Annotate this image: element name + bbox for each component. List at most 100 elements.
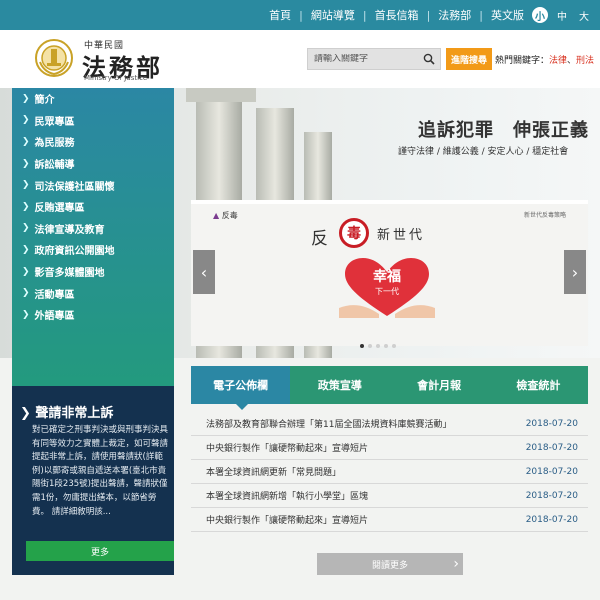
carousel-dots <box>360 344 396 348</box>
ministry-seal-icon <box>35 39 73 77</box>
sidebar-item-public[interactable]: ❯ 民眾專區 <box>12 110 174 132</box>
campaign-logo-icon: ▲ <box>213 211 220 220</box>
font-size-medium-button[interactable]: 中 <box>554 7 570 23</box>
sidebar-item-intro[interactable]: ❯ 簡介 <box>12 88 174 110</box>
news-title: 本署全球資訊網新增「執行小學堂」區塊 <box>206 492 369 502</box>
slide-heart-sub: 下一代 <box>375 287 399 296</box>
slide-stamp: 毒 <box>339 218 369 248</box>
nav-english-link[interactable]: 英文版 <box>489 7 526 23</box>
nav-separator: | <box>299 8 303 22</box>
news-date: 2018-07-20 <box>525 514 578 525</box>
chevron-right-icon: ❯ <box>22 158 30 169</box>
sidebar-item-protection[interactable]: ❯ 司法保護社區關懷 <box>12 174 174 196</box>
list-item[interactable]: 中央銀行製作「讓硬幣動起來」宣導短片 2018-07-20 <box>191 508 588 532</box>
news-title: 中央銀行製作「讓硬幣動起來」宣導短片 <box>206 516 369 526</box>
font-size-large-button[interactable]: 大 <box>576 7 592 23</box>
chevron-right-icon: ❯ <box>22 288 30 299</box>
nav-mailbox-link[interactable]: 首長信箱 <box>373 7 421 23</box>
sidebar-item-service[interactable]: ❯ 為民服務 <box>12 131 174 153</box>
news-date: 2018-07-20 <box>525 490 578 501</box>
sidebar-item-label: 司法保護社區關懷 <box>34 181 115 193</box>
carousel-dot[interactable] <box>384 344 388 348</box>
hero-slogan: 追訴犯罪 伸張正義 <box>418 120 589 141</box>
hero-slogan-sub: 謹守法律 / 維護公義 / 安定人心 / 穩定社會 <box>398 147 569 157</box>
sidebar-item-label: 外語專區 <box>34 311 75 323</box>
hot-keyword-link[interactable]: 刑法 <box>576 56 594 66</box>
hot-keywords: 熱門關鍵字：法律、刑法 <box>495 53 594 66</box>
carousel-prev-button[interactable]: ‹ <box>193 250 215 294</box>
tab-accounting[interactable]: 會計月報 <box>390 366 489 404</box>
banner-carousel[interactable]: ▲ 反毒 新世代反毒策略 反 毒 新世代 幸福 下一代 <box>191 200 588 346</box>
chevron-right-icon: ❯ <box>22 136 30 147</box>
chevron-right-icon: ❯ <box>22 266 30 277</box>
chevron-right-icon: ❯ <box>22 223 30 234</box>
carousel-dot[interactable] <box>392 344 396 348</box>
pillar-capital <box>186 88 256 102</box>
sidebar-item-anti-bribery[interactable]: ❯ 反賄選專區 <box>12 196 174 218</box>
font-size-small-button[interactable]: 小 <box>532 7 548 23</box>
nav-separator: | <box>426 8 431 22</box>
chevron-right-icon: ❯ <box>22 93 30 104</box>
news-list: 法務部及教育部聯合辦理「第11屆全國法規資料庫競賽活動」 2018-07-20 中… <box>191 412 588 532</box>
top-nav-bar: 首頁 | 網站導覽 | 首長信箱 | 法務部 | 英文版 小 中 大 <box>0 0 600 30</box>
nav-separator: | <box>479 8 483 22</box>
chevron-right-icon: ❯ <box>22 309 30 320</box>
advanced-search-button[interactable]: 進階搜尋 <box>446 48 492 70</box>
carousel-dot[interactable] <box>360 344 364 348</box>
read-more-button[interactable]: 閱讀更多 › <box>317 553 463 575</box>
slide-title-right: 新世代 <box>377 228 426 243</box>
nav-home-link[interactable]: 首頁 <box>267 7 293 23</box>
sidebar-item-foreign[interactable]: ❯ 外語專區 <box>12 304 174 326</box>
sidebar-item-education[interactable]: ❯ 法律宣導及教育 <box>12 218 174 240</box>
search-icon[interactable] <box>420 50 438 68</box>
chevron-right-icon: ❯ <box>22 201 30 212</box>
list-item[interactable]: 中央銀行製作「讓硬幣動起來」宣導短片 2018-07-20 <box>191 436 588 460</box>
chevron-left-icon: ‹ <box>200 262 208 282</box>
news-title: 中央銀行製作「讓硬幣動起來」宣導短片 <box>206 444 369 454</box>
keyword-separator: 、 <box>567 56 577 66</box>
notice-title[interactable]: ❯ 聲請非常上訴 <box>20 402 113 421</box>
hot-keywords-label: 熱門關鍵字： <box>495 56 550 66</box>
sidebar-item-label: 反賄選專區 <box>34 203 85 215</box>
carousel-dot[interactable] <box>376 344 380 348</box>
sidebar-item-label: 影音多媒體園地 <box>34 268 105 280</box>
sidebar-item-label: 簡介 <box>34 95 55 107</box>
tab-policy[interactable]: 政策宣導 <box>290 366 389 404</box>
list-item[interactable]: 本署全球資訊網新增「執行小學堂」區塊 2018-07-20 <box>191 484 588 508</box>
news-title: 法務部及教育部聯合辦理「第11屆全國法規資料庫競賽活動」 <box>206 420 452 430</box>
chevron-right-icon: ❯ <box>22 244 30 255</box>
read-more-label: 閱讀更多 <box>371 560 408 571</box>
sidebar-item-label: 法律宣導及教育 <box>34 224 105 236</box>
carousel-next-button[interactable]: › <box>564 250 586 294</box>
appeal-notice-panel: ❯ 聲請非常上訴 對已確定之刑事判決或與刑事判決具有同等效力之實體上裁定，如可聲… <box>12 386 174 575</box>
list-item[interactable]: 法務部及教育部聯合辦理「第11屆全國法規資料庫競賽活動」 2018-07-20 <box>191 412 588 436</box>
tab-statistics[interactable]: 檢查統計 <box>489 366 588 404</box>
chevron-right-icon: ❯ <box>20 406 36 421</box>
nav-ministry-link[interactable]: 法務部 <box>436 7 473 23</box>
sidebar-item-label: 政府資訊公開園地 <box>34 246 115 258</box>
chevron-right-icon: ❯ <box>22 115 30 126</box>
sidebar-item-label: 為民服務 <box>34 138 75 150</box>
chevron-right-icon: ❯ <box>22 180 30 191</box>
slide-heart-text: 幸福 <box>373 269 401 285</box>
slide-logo: ▲ 反毒 <box>213 210 238 221</box>
news-date: 2018-07-20 <box>525 466 578 477</box>
list-item[interactable]: 本署全球資訊網更新「常見問題」 2018-07-20 <box>191 460 588 484</box>
notice-more-button[interactable]: 更多 <box>26 541 174 561</box>
carousel-dot[interactable] <box>368 344 372 348</box>
sidebar-item-events[interactable]: ❯ 活動專區 <box>12 282 174 304</box>
nav-sitemap-link[interactable]: 網站導覽 <box>309 7 357 23</box>
tab-bulletin[interactable]: 電子公佈欄 <box>191 366 291 404</box>
sidebar-item-litigation[interactable]: ❯ 訴訟輔導 <box>12 153 174 175</box>
sidebar-item-multimedia[interactable]: ❯ 影音多媒體園地 <box>12 261 174 283</box>
logo-english: Ministry Of Justice <box>84 74 148 82</box>
notice-body: 對已確定之刑事判決或與刑事判決具有同等效力之實體上裁定，如可聲請提起非常上訴，請… <box>32 425 169 517</box>
nav-separator: | <box>362 8 367 22</box>
sidebar-item-open-info[interactable]: ❯ 政府資訊公開園地 <box>12 239 174 261</box>
news-date: 2018-07-20 <box>525 418 578 429</box>
sidebar-item-label: 訴訟輔導 <box>34 160 75 172</box>
hot-keyword-link[interactable]: 法律 <box>549 56 567 66</box>
chevron-right-icon: › <box>453 556 459 572</box>
slide-logo-text: 反毒 <box>221 211 238 220</box>
search-input[interactable] <box>308 54 420 64</box>
